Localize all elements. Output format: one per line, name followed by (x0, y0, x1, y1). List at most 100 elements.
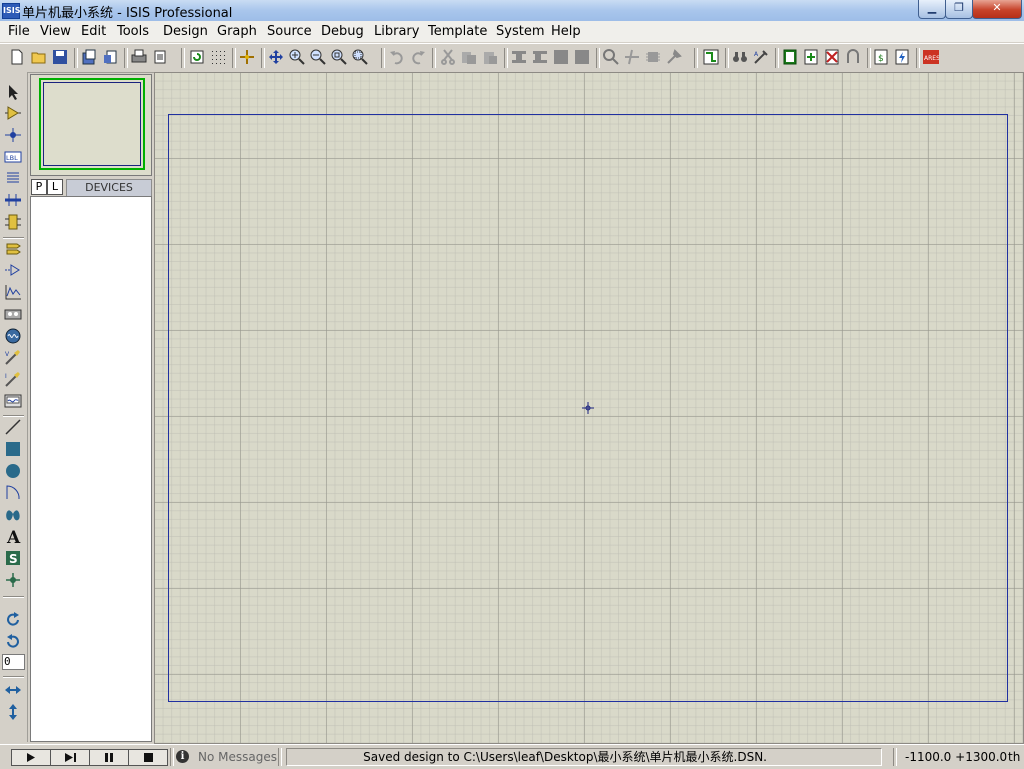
bom-icon[interactable]: $ (873, 49, 889, 65)
print-area-icon[interactable] (152, 49, 168, 65)
text-2d-icon[interactable]: A (4, 528, 22, 544)
pan-icon[interactable] (268, 49, 284, 65)
message-count[interactable]: No Messages (198, 750, 277, 764)
new-sheet-icon[interactable] (782, 49, 798, 65)
block-delete-icon[interactable] (574, 49, 590, 65)
generator-icon[interactable] (4, 328, 22, 344)
menu-view[interactable]: View (40, 24, 71, 39)
menu-source[interactable]: Source (267, 24, 312, 39)
tape-recorder-icon[interactable] (4, 306, 22, 322)
menu-template[interactable]: Template (428, 24, 487, 39)
overview-window[interactable] (30, 74, 152, 176)
current-probe-icon[interactable]: I (4, 371, 22, 387)
device-pin-icon[interactable] (4, 262, 22, 278)
cursor-coordinates: -1100.0 +1300.0 (905, 750, 1008, 764)
menu-debug[interactable]: Debug (321, 24, 364, 39)
zoom-all-icon[interactable] (331, 49, 347, 65)
stop-button[interactable] (128, 749, 168, 766)
zoom-area-icon[interactable] (352, 49, 368, 65)
isis-app-icon[interactable]: ISIS (2, 3, 20, 19)
menu-graph[interactable]: Graph (217, 24, 257, 39)
overview-viewport[interactable] (39, 78, 145, 170)
undo-icon[interactable] (389, 49, 405, 65)
path-2d-icon[interactable] (4, 506, 22, 522)
origin-icon[interactable] (239, 49, 255, 65)
text-script-icon[interactable] (4, 170, 22, 186)
grid-icon[interactable] (210, 49, 226, 65)
selection-icon[interactable] (4, 84, 22, 100)
line-2d-icon[interactable] (4, 419, 22, 435)
packaging-tool-icon[interactable] (645, 49, 661, 65)
schematic-canvas[interactable] (154, 72, 1024, 744)
close-button[interactable]: ✕ (972, 0, 1022, 19)
step-button[interactable] (50, 749, 90, 766)
pause-button[interactable] (89, 749, 129, 766)
rotate-cw-icon[interactable] (4, 612, 22, 628)
voltage-probe-icon[interactable]: V (4, 349, 22, 365)
menu-edit[interactable]: Edit (81, 24, 106, 39)
subcircuit-icon[interactable] (4, 214, 22, 230)
menu-library[interactable]: Library (374, 24, 419, 39)
exit-to-parent-icon[interactable] (845, 49, 861, 65)
terminal-icon[interactable] (4, 241, 22, 257)
svg-text:A: A (6, 528, 21, 544)
paste-icon[interactable] (482, 49, 498, 65)
zoom-out-icon[interactable] (310, 49, 326, 65)
redo-icon[interactable] (410, 49, 426, 65)
svg-text:V: V (5, 351, 10, 358)
save-icon[interactable] (52, 49, 68, 65)
export-icon[interactable] (102, 49, 118, 65)
wire-autorouter-icon[interactable] (703, 49, 719, 65)
circle-2d-icon[interactable] (4, 463, 22, 479)
search-tag-icon[interactable] (732, 49, 748, 65)
menu-tools[interactable]: Tools (117, 24, 149, 39)
decompose-icon[interactable] (666, 49, 682, 65)
rotate-ccw-icon[interactable] (4, 634, 22, 650)
box-2d-icon[interactable] (4, 441, 22, 457)
menu-design[interactable]: Design (163, 24, 208, 39)
print-icon[interactable] (131, 49, 147, 65)
copy-icon[interactable] (461, 49, 477, 65)
symbol-2d-icon[interactable]: S (4, 550, 22, 566)
new-icon[interactable] (9, 49, 25, 65)
bus-icon[interactable] (4, 192, 22, 208)
mode-toolbar: LBL V I A S 0 (0, 72, 28, 742)
device-list[interactable] (30, 196, 152, 742)
import-icon[interactable] (81, 49, 97, 65)
electrical-check-icon[interactable] (894, 49, 910, 65)
maximize-button[interactable]: ❐ (945, 0, 973, 19)
marker-2d-icon[interactable] (4, 572, 22, 588)
refresh-icon[interactable] (189, 49, 205, 65)
remove-sheet-icon[interactable] (824, 49, 840, 65)
wire-label-icon[interactable]: LBL (4, 149, 22, 165)
units-indicator[interactable]: th (1008, 750, 1020, 764)
block-copy-icon[interactable] (511, 49, 527, 65)
mirror-x-icon[interactable] (4, 682, 22, 698)
library-manager-button[interactable]: L (47, 179, 63, 195)
menu-help[interactable]: Help (551, 24, 581, 39)
add-sheet-icon[interactable] (803, 49, 819, 65)
block-move-icon[interactable] (532, 49, 548, 65)
ares-icon[interactable]: ARES (923, 49, 939, 65)
mirror-y-icon[interactable] (4, 704, 22, 720)
junction-icon[interactable] (4, 127, 22, 143)
rotation-angle-field[interactable]: 0 (2, 654, 25, 670)
zoom-in-icon[interactable] (289, 49, 305, 65)
virtual-instrument-icon[interactable] (4, 393, 22, 409)
minimize-button[interactable]: ▁ (918, 0, 946, 19)
pause-icon (105, 753, 113, 762)
menu-system[interactable]: System (496, 24, 544, 39)
block-rotate-icon[interactable] (553, 49, 569, 65)
make-device-icon[interactable] (624, 49, 640, 65)
component-icon[interactable] (4, 105, 22, 121)
open-icon[interactable] (31, 49, 47, 65)
play-button[interactable] (11, 749, 51, 766)
graph-icon[interactable] (4, 284, 22, 300)
arc-2d-icon[interactable] (4, 484, 22, 500)
property-assign-icon[interactable]: A (753, 49, 769, 65)
pick-device-icon[interactable] (603, 49, 619, 65)
pick-devices-button[interactable]: P (31, 179, 47, 195)
cut-icon[interactable] (440, 49, 456, 65)
menu-file[interactable]: File (8, 24, 30, 39)
info-icon[interactable]: i (176, 750, 189, 763)
